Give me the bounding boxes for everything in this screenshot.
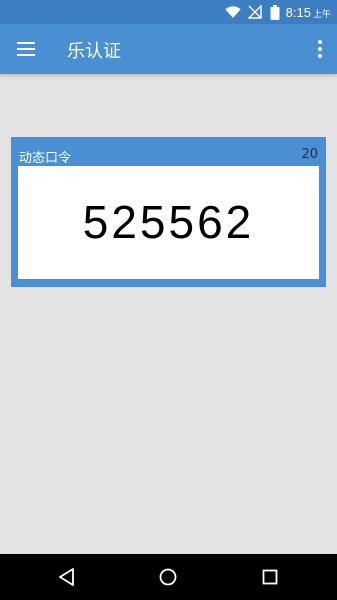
otp-countdown: 20 [301, 147, 318, 162]
status-time: 8:15 [285, 4, 311, 20]
wifi-icon [224, 6, 241, 18]
navigation-bar [0, 554, 337, 600]
status-ampm: 上午 [312, 10, 331, 20]
app-title: 乐认证 [67, 41, 121, 62]
battery-icon [270, 4, 280, 20]
back-icon [59, 568, 74, 586]
otp-code-box: 525562 [18, 166, 319, 279]
recents-icon [262, 569, 278, 585]
more-vert-icon [318, 40, 322, 58]
otp-card: 动态口令 20 525562 [11, 137, 326, 287]
otp-code: 525562 [82, 196, 255, 248]
app-bar: 乐认证 [0, 24, 337, 74]
home-button[interactable] [156, 565, 180, 589]
recents-button[interactable] [258, 565, 282, 589]
menu-button[interactable] [14, 38, 38, 60]
status-icons: 8:15 上午 [224, 0, 331, 24]
signal-icon [246, 5, 262, 19]
otp-label: 动态口令 [19, 151, 72, 166]
back-button[interactable] [55, 565, 79, 589]
status-bar: 8:15 上午 [0, 0, 337, 24]
more-options-button[interactable] [313, 37, 327, 61]
menu-icon [17, 42, 35, 56]
home-icon [159, 568, 177, 586]
